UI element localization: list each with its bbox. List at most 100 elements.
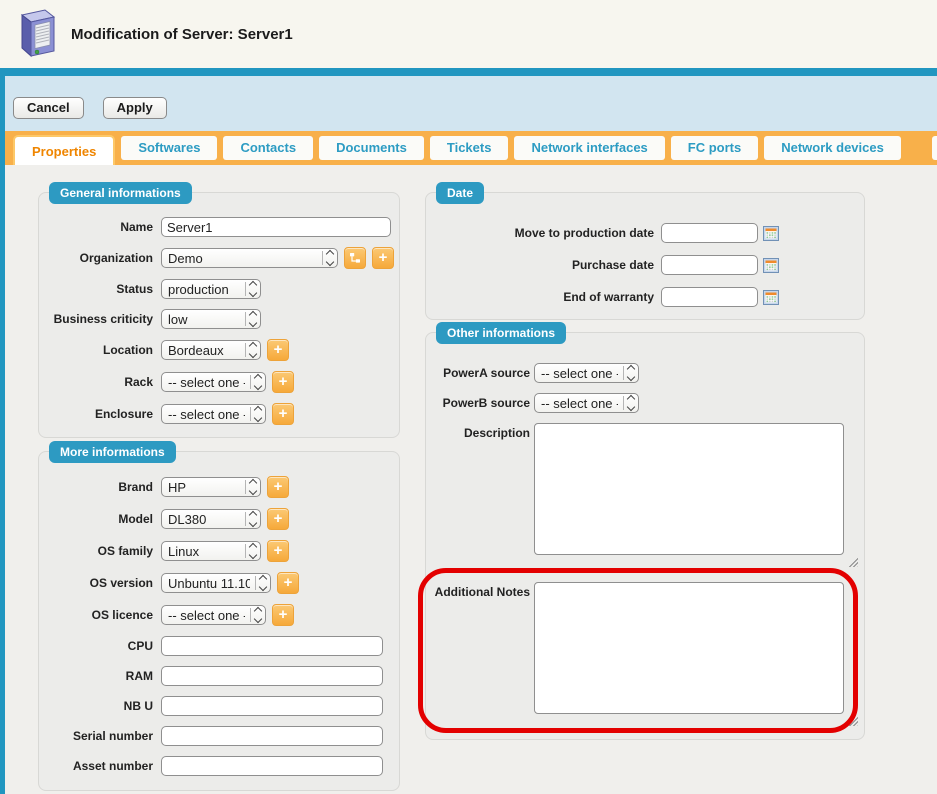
select-spinner-icon — [322, 251, 333, 265]
plus-icon: + — [379, 250, 388, 265]
rack-add-button[interactable]: + — [272, 371, 294, 393]
resize-handle-icon[interactable] — [847, 556, 858, 567]
organization-select[interactable]: Demo — [161, 248, 338, 268]
tab-fc-ports[interactable]: FC ports — [671, 136, 758, 160]
power-a-select[interactable]: -- select one -- — [534, 363, 639, 383]
os-licence-row: OS licence -- select one -- + — [47, 604, 391, 626]
ram-input[interactable] — [161, 666, 383, 686]
tab-documents[interactable]: Documents — [319, 136, 424, 160]
purchase-date-input[interactable] — [661, 255, 758, 275]
tab-properties[interactable]: Properties — [13, 135, 115, 165]
plus-icon: + — [274, 511, 283, 526]
select-spinner-icon — [623, 396, 634, 410]
name-input[interactable] — [161, 217, 391, 237]
apply-button[interactable]: Apply — [103, 97, 167, 119]
end-of-warranty-input[interactable] — [661, 287, 758, 307]
select-spinner-icon — [245, 512, 256, 526]
business-criticity-select[interactable]: low — [161, 309, 261, 329]
tab-network-interfaces[interactable]: Network interfaces — [514, 136, 664, 160]
status-select[interactable]: production — [161, 279, 261, 299]
os-version-label: OS version — [47, 576, 153, 590]
calendar-icon[interactable] — [763, 258, 779, 273]
serial-number-label: Serial number — [47, 729, 153, 743]
rack-row: Rack -- select one -- + — [47, 371, 391, 393]
enclosure-add-button[interactable]: + — [272, 403, 294, 425]
status-row: Status production — [47, 279, 391, 299]
resize-handle-icon[interactable] — [847, 715, 858, 726]
name-row: Name — [47, 217, 391, 237]
tab-contacts[interactable]: Contacts — [223, 136, 313, 160]
other-informations-fieldset: Other informations PowerA source -- sele… — [425, 332, 865, 740]
organization-add-button[interactable]: + — [372, 247, 394, 269]
os-version-row: OS version Unbuntu 11.10 + — [47, 572, 391, 594]
plus-icon: + — [274, 342, 283, 357]
model-label: Model — [47, 512, 153, 526]
server-icon — [12, 7, 58, 64]
tab-partial[interactable] — [932, 136, 937, 160]
move-to-production-input[interactable] — [661, 223, 758, 243]
brand-select[interactable]: HP — [161, 477, 261, 497]
model-add-button[interactable]: + — [267, 508, 289, 530]
os-version-add-button[interactable]: + — [277, 572, 299, 594]
more-informations-fieldset: More informations Brand HP + Model DL380 — [38, 451, 400, 791]
nb-u-input[interactable] — [161, 696, 383, 716]
brand-add-button[interactable]: + — [267, 476, 289, 498]
calendar-icon[interactable] — [763, 226, 779, 241]
os-licence-label: OS licence — [47, 608, 153, 622]
asset-number-input[interactable] — [161, 756, 383, 776]
description-textarea[interactable] — [534, 423, 844, 555]
os-family-label: OS family — [47, 544, 153, 558]
organization-label: Organization — [47, 251, 153, 265]
rack-select[interactable]: -- select one -- — [161, 372, 266, 392]
tab-bar: Properties Softwares Contacts Documents … — [5, 131, 937, 165]
serial-number-input[interactable] — [161, 726, 383, 746]
description-row: Description — [434, 423, 856, 560]
plus-icon: + — [274, 543, 283, 558]
tab-softwares[interactable]: Softwares — [121, 136, 217, 160]
additional-notes-row: Additional Notes — [434, 582, 856, 719]
location-label: Location — [47, 343, 153, 357]
cpu-input[interactable] — [161, 636, 383, 656]
calendar-icon[interactable] — [763, 290, 779, 305]
power-b-select[interactable]: -- select one -- — [534, 393, 639, 413]
hierarchy-icon — [349, 252, 361, 264]
select-spinner-icon — [255, 576, 266, 590]
brand-row: Brand HP + — [47, 476, 391, 498]
business-criticity-label: Business criticity — [47, 312, 153, 326]
enclosure-select[interactable]: -- select one -- — [161, 404, 266, 424]
select-spinner-icon — [245, 480, 256, 494]
model-row: Model DL380 + — [47, 508, 391, 530]
location-select[interactable]: Bordeaux — [161, 340, 261, 360]
model-select[interactable]: DL380 — [161, 509, 261, 529]
serial-number-row: Serial number — [47, 726, 391, 746]
name-label: Name — [47, 220, 153, 234]
enclosure-row: Enclosure -- select one -- + — [47, 403, 391, 425]
left-column: General informations Name Organization D… — [38, 192, 400, 791]
rack-label: Rack — [47, 375, 153, 389]
brand-label: Brand — [47, 480, 153, 494]
cpu-row: CPU — [47, 636, 391, 656]
select-spinner-icon — [250, 407, 261, 421]
select-spinner-icon — [250, 608, 261, 622]
location-add-button[interactable]: + — [267, 339, 289, 361]
select-spinner-icon — [245, 343, 256, 357]
select-spinner-icon — [245, 312, 256, 326]
select-spinner-icon — [245, 282, 256, 296]
purchase-date-row: Purchase date — [434, 255, 856, 275]
os-version-select[interactable]: Unbuntu 11.10 — [161, 573, 271, 593]
os-licence-add-button[interactable]: + — [272, 604, 294, 626]
nb-u-label: NB U — [47, 699, 153, 713]
end-of-warranty-row: End of warranty — [434, 287, 856, 307]
asset-number-row: Asset number — [47, 756, 391, 776]
date-legend: Date — [436, 182, 484, 204]
additional-notes-textarea[interactable] — [534, 582, 844, 714]
tab-tickets[interactable]: Tickets — [430, 136, 509, 160]
cancel-button[interactable]: Cancel — [13, 97, 84, 119]
os-licence-select[interactable]: -- select one -- — [161, 605, 266, 625]
more-informations-legend: More informations — [49, 441, 176, 463]
accent-divider — [0, 68, 937, 76]
tab-network-devices[interactable]: Network devices — [764, 136, 901, 160]
os-family-add-button[interactable]: + — [267, 540, 289, 562]
os-family-select[interactable]: Linux — [161, 541, 261, 561]
organization-hierarchy-button[interactable] — [344, 247, 366, 269]
